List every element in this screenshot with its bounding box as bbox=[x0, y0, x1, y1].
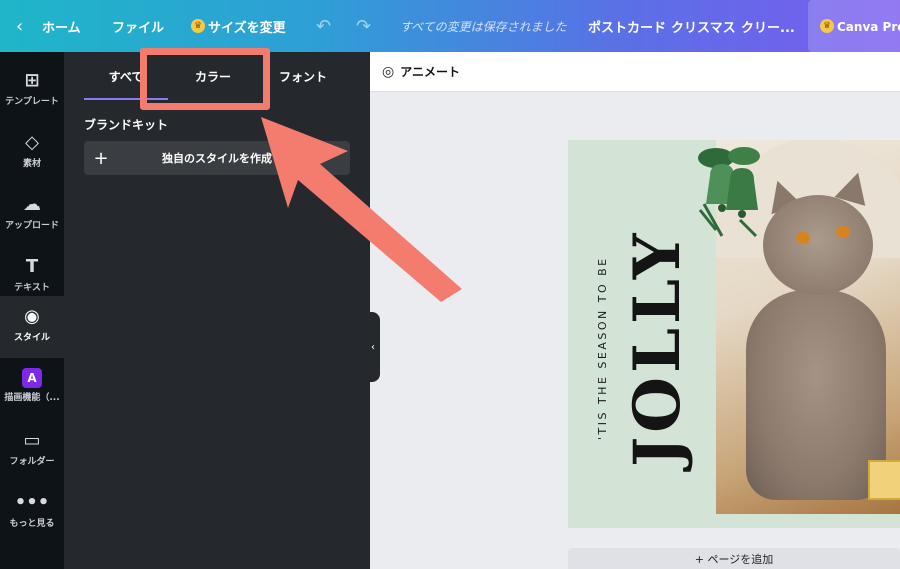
canva-pro-label: Canva Proを bbox=[837, 19, 900, 34]
resize-button[interactable]: ♛ サイズを変更 bbox=[191, 0, 286, 52]
cat-body bbox=[746, 290, 886, 500]
resize-label: サイズを変更 bbox=[208, 20, 286, 36]
rail-item-uploads[interactable]: ☁ アップロード bbox=[0, 184, 64, 246]
rail-item-styles[interactable]: ◉ スタイル bbox=[0, 296, 64, 358]
redo-icon[interactable]: ↷ bbox=[356, 0, 371, 52]
left-rail: ⊞ テンプレート ◇ 素材 ☁ アップロード T テキスト ◉ スタイル A 描… bbox=[0, 52, 64, 569]
christmas-bells-graphic[interactable] bbox=[696, 140, 766, 240]
folder-icon: ▭ bbox=[23, 430, 41, 451]
rail-item-label: アップロード bbox=[4, 221, 59, 231]
add-page-button[interactable]: + ページを追加 bbox=[568, 548, 900, 569]
cat-eye-right bbox=[836, 226, 850, 238]
undo-icon[interactable]: ↶ bbox=[316, 0, 331, 52]
animate-icon[interactable]: ◎ bbox=[382, 64, 394, 80]
design-canvas[interactable]: 'TIS THE SEASON TO BE JOLLY bbox=[568, 140, 900, 528]
gift-box bbox=[868, 460, 900, 500]
animate-button[interactable]: アニメート bbox=[400, 63, 460, 80]
text-icon: T bbox=[25, 256, 39, 277]
template-icon: ⊞ bbox=[24, 70, 40, 91]
plus-icon: + bbox=[93, 147, 109, 169]
tab-font[interactable]: フォント bbox=[258, 52, 348, 100]
rail-item-label: スタイル bbox=[13, 333, 50, 343]
rail-item-label: もっと見る bbox=[9, 519, 55, 529]
draw-icon: A bbox=[22, 368, 42, 388]
crown-icon: ♛ bbox=[191, 19, 205, 33]
rail-item-folders[interactable]: ▭ フォルダー bbox=[0, 420, 64, 482]
cat-head bbox=[763, 195, 873, 295]
design-headline[interactable]: JOLLY bbox=[618, 198, 698, 498]
styles-panel: すべて カラー フォント ブランドキット + 独自のスタイルを作成 bbox=[64, 52, 370, 569]
create-style-button[interactable]: + 独自のスタイルを作成 bbox=[84, 141, 350, 175]
cat-eye-left bbox=[796, 232, 810, 244]
shapes-icon: ◇ bbox=[25, 132, 39, 153]
postcard-link[interactable]: ポストカード bbox=[588, 0, 666, 52]
canva-pro-button[interactable]: ♛ Canva Proを bbox=[808, 0, 900, 52]
rail-item-more[interactable]: ••• もっと見る bbox=[0, 482, 64, 544]
rail-item-label: テキスト bbox=[14, 283, 50, 293]
brand-kit-heading: ブランドキット bbox=[84, 118, 169, 132]
file-menu-button[interactable]: ファイル bbox=[112, 0, 164, 52]
rail-item-label: フォルダー bbox=[9, 457, 55, 467]
upload-cloud-icon: ☁ bbox=[23, 194, 41, 215]
cream-link[interactable]: クリー... bbox=[741, 0, 795, 52]
save-status: すべての変更は保存されました bbox=[400, 19, 567, 34]
crown-icon: ♛ bbox=[820, 19, 834, 33]
chevron-left-icon: ‹ bbox=[371, 341, 375, 353]
rail-item-label: テンプレート bbox=[5, 97, 59, 107]
rail-item-label: 描画機能（... bbox=[4, 393, 60, 403]
home-button[interactable]: ホーム bbox=[42, 0, 81, 52]
design-tagline[interactable]: 'TIS THE SEASON TO BE bbox=[596, 188, 616, 508]
editor-context-bar: ◎ アニメート bbox=[370, 52, 900, 92]
rail-item-elements[interactable]: ◇ 素材 bbox=[0, 122, 64, 184]
collapse-panel-handle[interactable]: ‹ bbox=[366, 312, 380, 382]
rail-item-draw[interactable]: A 描画機能（... bbox=[0, 358, 64, 420]
christmas-link[interactable]: クリスマス bbox=[671, 0, 736, 52]
palette-icon: ◉ bbox=[24, 306, 40, 327]
create-style-label: 独自のスタイルを作成 bbox=[162, 152, 272, 165]
rail-item-label: 素材 bbox=[22, 159, 41, 169]
more-dots-icon: ••• bbox=[14, 492, 50, 513]
back-icon[interactable]: ‹ bbox=[16, 0, 23, 52]
top-toolbar: ‹ ホーム ファイル ♛ サイズを変更 ↶ ↷ すべての変更は保存されました ポ… bbox=[0, 0, 900, 52]
rail-item-templates[interactable]: ⊞ テンプレート bbox=[0, 60, 64, 122]
annotation-highlight-box bbox=[140, 48, 270, 110]
